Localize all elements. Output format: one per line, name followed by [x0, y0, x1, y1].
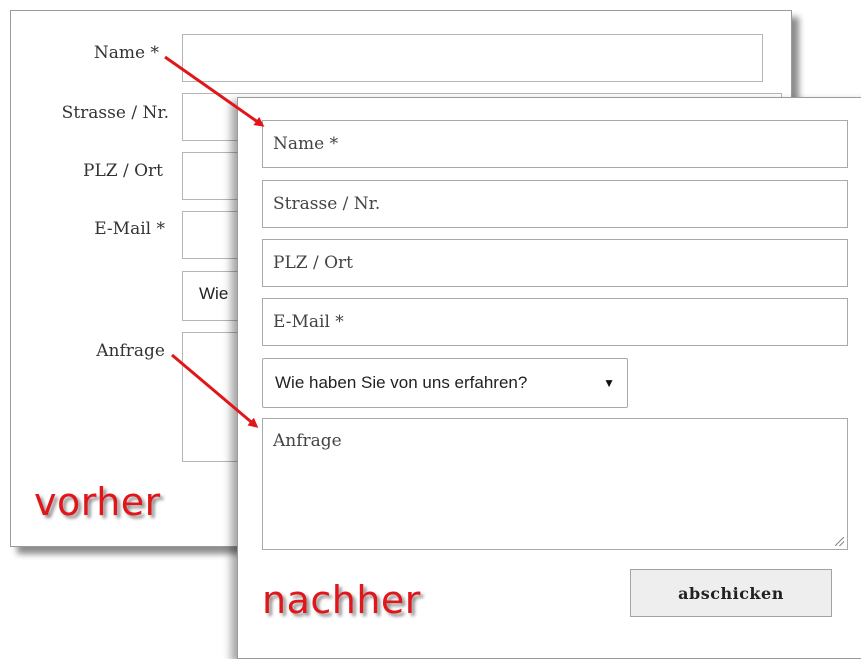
city-input[interactable]: PLZ / Ort	[262, 239, 848, 287]
street-input[interactable]: Strasse / Nr.	[262, 180, 848, 228]
referral-select-before-text: Wie	[199, 284, 229, 303]
caption-before: vorher	[34, 480, 161, 524]
after-form-panel: Name * Strasse / Nr. PLZ / Ort E-Mail * …	[237, 97, 861, 659]
city-label: PLZ / Ort	[83, 161, 163, 181]
email-label: E-Mail *	[94, 219, 165, 239]
caret-down-icon: ▼	[603, 376, 615, 390]
message-label: Anfrage	[96, 341, 165, 361]
name-input[interactable]: Name *	[262, 120, 848, 168]
name-input-before[interactable]	[182, 34, 763, 82]
message-placeholder: Anfrage	[273, 431, 342, 451]
resize-grip-icon[interactable]	[835, 537, 844, 546]
caption-after: nachher	[262, 578, 421, 622]
email-input[interactable]: E-Mail *	[262, 298, 848, 346]
referral-select-value: Wie haben Sie von uns erfahren?	[275, 373, 528, 392]
street-label: Strasse / Nr.	[61, 103, 169, 123]
name-label: Name *	[93, 43, 159, 63]
referral-select[interactable]: Wie haben Sie von uns erfahren? ▼	[262, 358, 628, 408]
submit-button[interactable]: abschicken	[630, 569, 832, 617]
message-textarea[interactable]: Anfrage	[262, 418, 848, 550]
